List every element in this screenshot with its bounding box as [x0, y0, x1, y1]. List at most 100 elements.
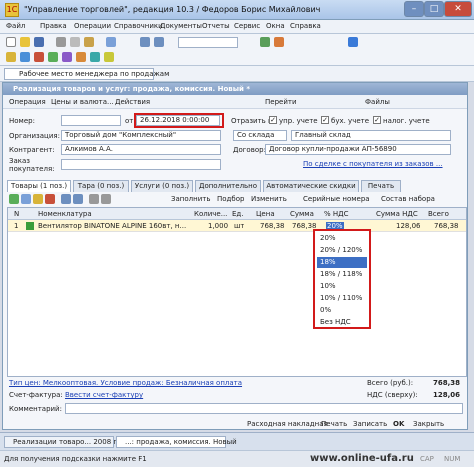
ok-button[interactable]: OK — [393, 420, 404, 428]
close-button[interactable]: ✕ — [444, 1, 472, 17]
row-name[interactable]: Вентилятор BINATONE ALPINE 160вт, н... — [38, 222, 192, 230]
vat-option-0[interactable]: 0% — [317, 305, 367, 316]
orders-icon[interactable] — [20, 52, 30, 62]
change-button[interactable]: Изменить — [251, 195, 287, 203]
sort-desc-icon[interactable] — [101, 194, 111, 204]
vat-option-10[interactable]: 10% — [317, 281, 367, 292]
org-input[interactable]: Торговый дом "Комплексный" — [61, 130, 221, 141]
calendar-icon[interactable] — [274, 37, 284, 47]
row-unit[interactable]: шт — [234, 222, 244, 230]
kit-button[interactable]: Состав набора — [381, 195, 435, 203]
tab-print[interactable]: Печать — [361, 180, 401, 192]
menu-windows[interactable]: Окна — [266, 22, 285, 30]
menu-edit[interactable]: Правка — [40, 22, 67, 30]
redo-icon[interactable] — [154, 37, 164, 47]
col-name[interactable]: Номенклатура — [38, 210, 92, 218]
undo-icon[interactable] — [140, 37, 150, 47]
move-up-icon[interactable] — [61, 194, 71, 204]
vat-option-18[interactable]: 18% — [317, 257, 367, 268]
vat-option-none[interactable]: Без НДС — [317, 317, 367, 328]
tab-auto-discounts[interactable]: Автоматические скидки — [263, 180, 359, 192]
row-price[interactable]: 768,38 — [260, 222, 285, 230]
copy-icon[interactable] — [70, 37, 80, 47]
warehouse-icon[interactable] — [90, 52, 100, 62]
bank-icon[interactable] — [62, 52, 72, 62]
print-button[interactable]: Печать — [321, 420, 347, 428]
row-vat-sum[interactable]: 128,06 — [396, 222, 421, 230]
move-down-icon[interactable] — [73, 194, 83, 204]
minimize-button[interactable]: – — [404, 1, 424, 17]
new-doc-icon[interactable] — [6, 37, 16, 47]
toolbar-search-input[interactable] — [178, 37, 238, 48]
copy-row-icon[interactable] — [21, 194, 31, 204]
close-doc-button[interactable]: Закрыть — [413, 420, 444, 428]
vat-option-20[interactable]: 20% — [317, 233, 367, 244]
col-unit[interactable]: Ед. — [232, 210, 244, 218]
fill-button[interactable]: Заполнить — [171, 195, 210, 203]
tab-additional[interactable]: Дополнительно — [195, 180, 261, 192]
taskbar-item-sales-list[interactable]: Реализации товаро... 2008 г. — [4, 436, 119, 448]
workspace-tab[interactable]: Рабочее место менеджера по продажам — [4, 68, 169, 80]
delete-row-icon[interactable] — [45, 194, 55, 204]
contract-input[interactable]: Договор купли-продажи АП-56890 — [265, 144, 451, 155]
add-row-icon[interactable] — [9, 194, 19, 204]
cash-icon[interactable] — [104, 52, 114, 62]
select-button[interactable]: Подбор — [217, 195, 244, 203]
vat-option-20-120[interactable]: 20% / 120% — [317, 245, 367, 256]
help-icon[interactable] — [348, 37, 358, 47]
maximize-button[interactable]: □ — [424, 1, 444, 17]
menu-file[interactable]: Файл — [6, 22, 25, 30]
paste-icon[interactable] — [84, 37, 94, 47]
col-vat-sum[interactable]: Сумма НДС — [376, 210, 418, 218]
serial-numbers-button[interactable]: Серийные номера — [303, 195, 370, 203]
operation-button[interactable]: Операция — [9, 98, 46, 106]
upr-checkbox[interactable]: ✓ — [269, 116, 277, 124]
goto-button[interactable]: Перейти — [265, 98, 297, 106]
menu-reports[interactable]: Отчеты — [202, 22, 230, 30]
menu-references[interactable]: Справочники — [114, 22, 163, 30]
col-total[interactable]: Всего — [428, 210, 449, 218]
col-n[interactable]: N — [14, 210, 19, 218]
prices-currency-button[interactable]: Цены и валюта... — [51, 98, 114, 106]
commission-link[interactable]: По сделке с покупателя из заказов ... — [303, 160, 443, 168]
catalog-icon[interactable] — [6, 52, 16, 62]
tab-goods[interactable]: Товары (1 поз.) — [7, 180, 71, 192]
save-icon[interactable] — [34, 37, 44, 47]
files-button[interactable]: Файлы — [365, 98, 390, 106]
col-qty[interactable]: Количе... — [194, 210, 230, 218]
actions-button[interactable]: Действия — [115, 98, 150, 106]
tab-services[interactable]: Услуги (0 поз.) — [131, 180, 193, 192]
open-icon[interactable] — [20, 37, 30, 47]
comment-input[interactable] — [65, 403, 463, 414]
menu-help[interactable]: Справка — [290, 22, 321, 30]
invoice-link[interactable]: Ввести счет-фактуру — [65, 391, 143, 399]
taskbar-item-new-sale[interactable]: ...: продажа, комиссия. Новый — [116, 436, 237, 448]
contractor-input[interactable]: Алкимов А.А. — [61, 144, 221, 155]
vat-option-18-118[interactable]: 18% / 118% — [317, 269, 367, 280]
row-total[interactable]: 768,38 — [434, 222, 459, 230]
find-icon[interactable] — [106, 37, 116, 47]
edit-row-icon[interactable] — [33, 194, 43, 204]
col-sum[interactable]: Сумма — [290, 210, 314, 218]
col-price[interactable]: Цена — [256, 210, 275, 218]
price-type-link[interactable]: Тип цен: Мелкооптовая. Условие продаж: Б… — [9, 379, 242, 387]
ship-type-select[interactable]: Со склада — [233, 130, 287, 141]
table-row[interactable]: 1 Вентилятор BINATONE ALPINE 160вт, н...… — [8, 220, 466, 232]
vat-option-10-110[interactable]: 10% / 110% — [317, 293, 367, 304]
menu-operations[interactable]: Операции — [74, 22, 111, 30]
number-input[interactable] — [61, 115, 121, 126]
tab-containers[interactable]: Тара (0 поз.) — [73, 180, 129, 192]
col-vat[interactable]: % НДС — [324, 210, 349, 218]
menu-service[interactable]: Сервис — [234, 22, 260, 30]
receipt-icon[interactable] — [48, 52, 58, 62]
warehouse-input[interactable]: Главный склад — [291, 130, 451, 141]
consignment-button[interactable]: Расходная накладная — [247, 420, 328, 428]
row-qty[interactable]: 1,000 — [208, 222, 228, 230]
buh-checkbox[interactable]: ✓ — [321, 116, 329, 124]
tax-checkbox[interactable]: ✓ — [373, 116, 381, 124]
record-button[interactable]: Записать — [353, 420, 387, 428]
sales-icon[interactable] — [34, 52, 44, 62]
menu-documents[interactable]: Документы — [160, 22, 202, 30]
report-icon[interactable] — [76, 52, 86, 62]
sort-icon[interactable] — [89, 194, 99, 204]
